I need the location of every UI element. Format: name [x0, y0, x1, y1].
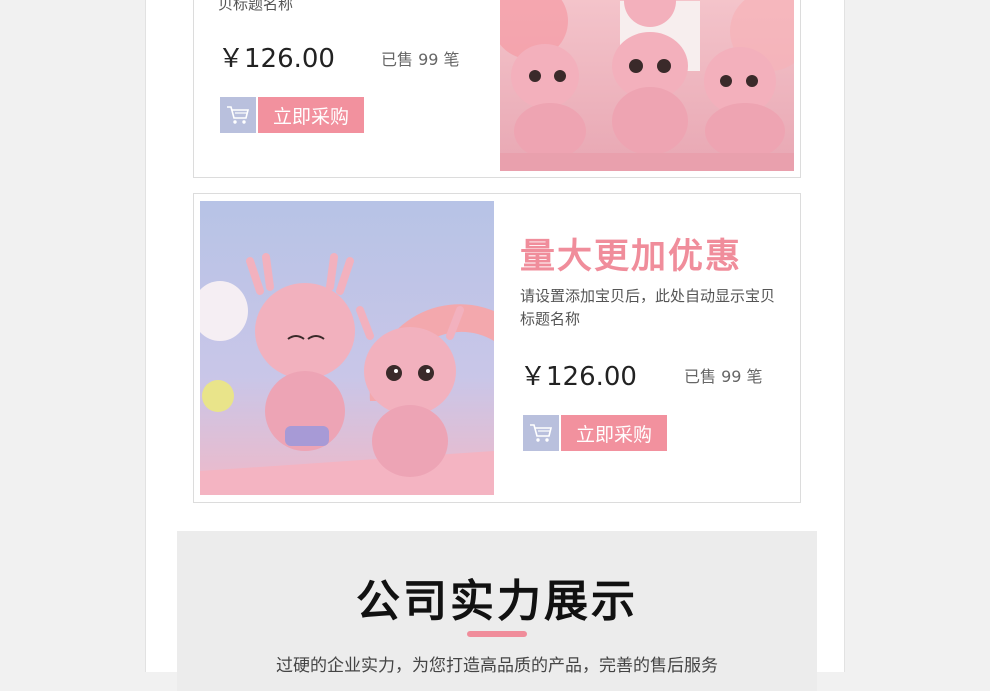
- section-title: 公司实力展示: [356, 576, 638, 627]
- product-card-top: 贝标题名称 ￥126.00 已售 99 笔 立即采购: [193, 0, 801, 178]
- product-card-bottom: 量大更加优惠 请设置添加宝贝后，此处自动显示宝贝标题名称 ￥126.00 已售 …: [193, 193, 801, 503]
- company-strength-section: 公司实力展示 过硬的企业实力，为您打造高品质的产品，完善的售后服务: [177, 531, 817, 691]
- product-price: ￥126.00: [520, 362, 637, 392]
- product-desc: 请设置添加宝贝后，此处自动显示宝贝标题名称: [520, 287, 776, 328]
- promo-title: 量大更加优惠: [520, 237, 743, 277]
- buy-now-button[interactable]: 立即采购: [523, 415, 667, 451]
- buy-now-button[interactable]: 立即采购: [220, 97, 364, 133]
- product-image[interactable]: [500, 0, 794, 171]
- cart-icon: [523, 415, 559, 451]
- product-sold-count: 已售 99 笔: [381, 50, 460, 69]
- buy-now-label: 立即采购: [561, 415, 667, 451]
- buy-now-label: 立即采购: [258, 97, 364, 133]
- content-page: 贝标题名称 ￥126.00 已售 99 笔 立即采购 量大更加优惠 请设置添加宝…: [145, 0, 845, 691]
- section-subtitle: 过硬的企业实力，为您打造高品质的产品，完善的售后服务: [276, 656, 718, 676]
- product-sold-count: 已售 99 笔: [684, 367, 763, 386]
- product-desc: 贝标题名称: [218, 0, 294, 13]
- cart-icon: [220, 97, 256, 133]
- product-image[interactable]: [200, 201, 494, 495]
- title-underline: [467, 631, 527, 637]
- product-price: ￥126.00: [218, 44, 335, 74]
